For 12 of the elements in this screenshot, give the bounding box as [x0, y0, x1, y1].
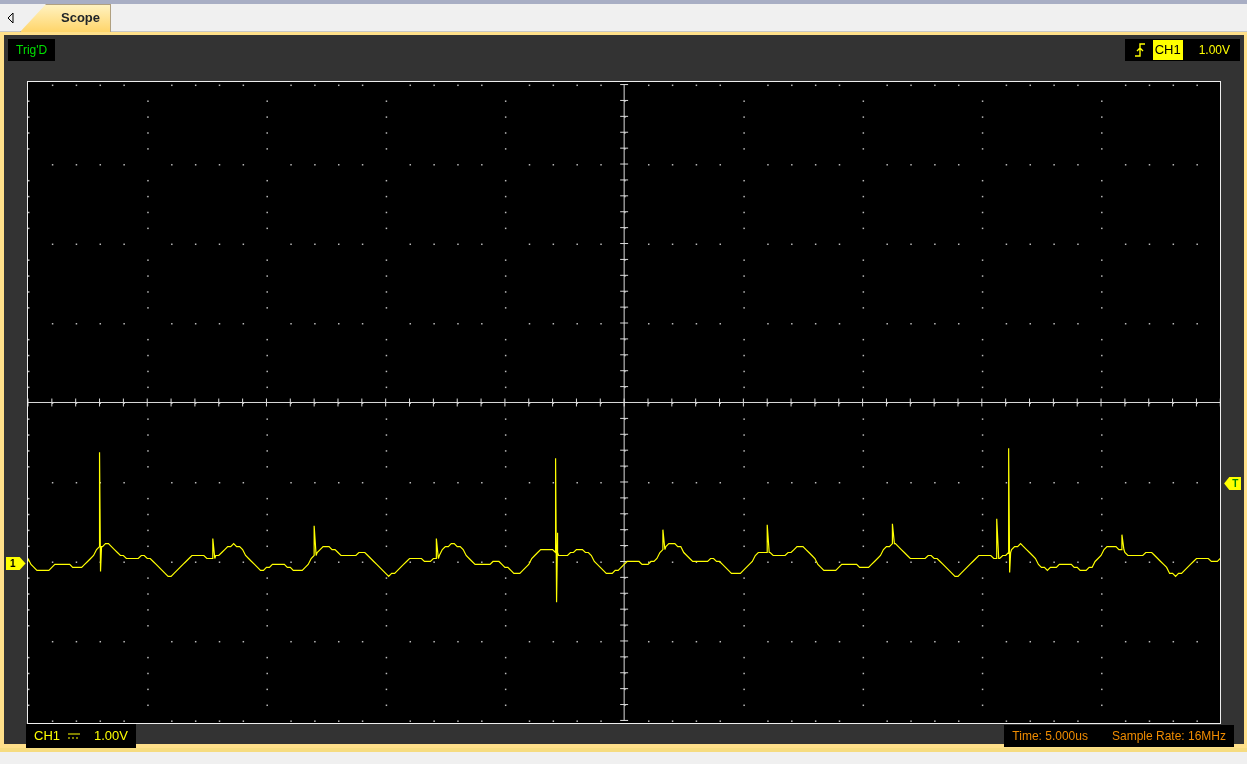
channel-marker[interactable]: 1: [6, 557, 26, 570]
trigger-level: 1.00V: [1198, 42, 1230, 59]
tab[interactable]: Scope: [20, 4, 111, 32]
trigger-marker[interactable]: T: [1224, 477, 1242, 490]
trigger-source: CH1: [1152, 40, 1183, 60]
channel-scale: 1.00V: [94, 727, 128, 745]
timebase-readout: Time: 5.000us: [1012, 727, 1088, 745]
channel-name: CH1: [34, 727, 60, 745]
trigger-status: Trig'D: [8, 39, 56, 61]
dc-coupling-icon: [68, 731, 80, 740]
rising-edge-icon: [1134, 42, 1145, 58]
sample-rate-readout: Sample Rate: 16MHz: [1111, 727, 1226, 745]
